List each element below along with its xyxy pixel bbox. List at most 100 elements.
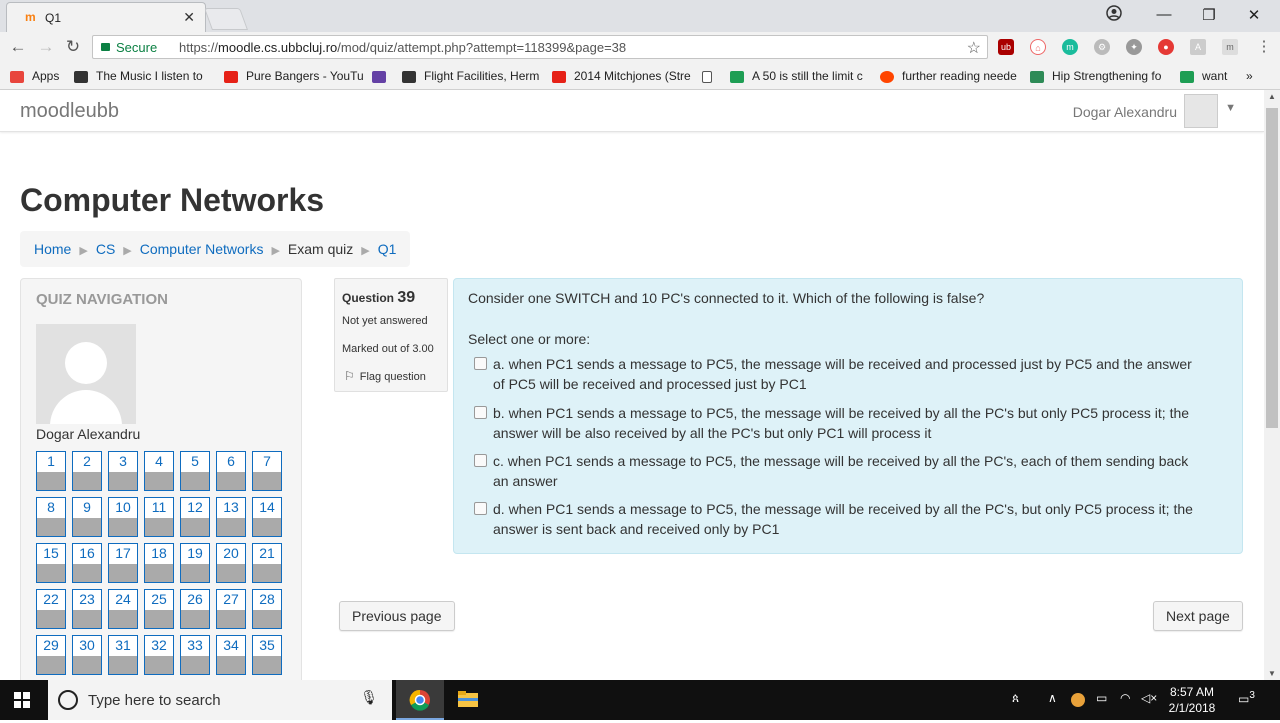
- question-nav-button[interactable]: 27: [216, 589, 246, 629]
- bookmark-music[interactable]: The Music I listen to: [74, 69, 203, 83]
- extension-icon[interactable]: ⌂: [1030, 39, 1046, 55]
- question-nav-button[interactable]: 22: [36, 589, 66, 629]
- user-menu-name[interactable]: Dogar Alexandru: [1073, 104, 1177, 120]
- answer-checkbox[interactable]: [474, 357, 487, 370]
- taskbar-clock[interactable]: 8:57 AM 2/1/2018: [1160, 684, 1224, 716]
- back-icon[interactable]: ←: [8, 37, 28, 57]
- record-extension-icon[interactable]: ●: [1158, 39, 1174, 55]
- question-nav-button[interactable]: 17: [108, 543, 138, 583]
- question-nav-button[interactable]: 1: [36, 451, 66, 491]
- question-nav-button[interactable]: 34: [216, 635, 246, 675]
- question-nav-button[interactable]: 14: [252, 497, 282, 537]
- answer-checkbox[interactable]: [474, 454, 487, 467]
- question-nav-button[interactable]: 15: [36, 543, 66, 583]
- page-scrollbar[interactable]: ▲ ▼: [1264, 90, 1280, 680]
- puzzle-extension-icon[interactable]: ✦: [1126, 39, 1142, 55]
- browser-tab[interactable]: m Q1 ✕: [6, 2, 206, 32]
- breadcrumb-cs[interactable]: CS: [96, 241, 115, 257]
- question-nav-button[interactable]: 18: [144, 543, 174, 583]
- question-nav-button[interactable]: 9: [72, 497, 102, 537]
- action-center-icon[interactable]: ▭3: [1238, 690, 1255, 706]
- cast-extension-icon[interactable]: m: [1222, 39, 1238, 55]
- minimize-icon[interactable]: —: [1154, 6, 1174, 23]
- breadcrumb-home[interactable]: Home: [34, 241, 71, 257]
- question-nav-button[interactable]: 11: [144, 497, 174, 537]
- bookmarks-more[interactable]: »: [1246, 69, 1253, 83]
- windows-start-icon[interactable]: [14, 692, 30, 708]
- url-text[interactable]: https://moodle.cs.ubbcluj.ro/mod/quiz/at…: [179, 40, 626, 55]
- question-nav-button[interactable]: 26: [180, 589, 210, 629]
- bookmark-apps[interactable]: Apps: [10, 69, 59, 83]
- question-nav-button[interactable]: 29: [36, 635, 66, 675]
- answer-text[interactable]: c. when PC1 sends a message to PC5, the …: [493, 451, 1198, 491]
- answer-text[interactable]: a. when PC1 sends a message to PC5, the …: [493, 354, 1198, 394]
- maximize-icon[interactable]: ❐: [1199, 6, 1219, 24]
- bookmark-hip[interactable]: Hip Strengthening fo: [1030, 69, 1161, 83]
- answer-text[interactable]: d. when PC1 sends a message to PC5, the …: [493, 499, 1198, 539]
- new-tab-button[interactable]: [203, 8, 249, 30]
- answer-checkbox[interactable]: [474, 406, 487, 419]
- bookmark-further-reading[interactable]: further reading neede: [880, 69, 1017, 83]
- people-icon[interactable]: ጰ: [1012, 691, 1019, 706]
- scroll-up-icon[interactable]: ▲: [1264, 92, 1280, 101]
- answer-option-b[interactable]: b. when PC1 sends a message to PC5, the …: [474, 403, 1194, 443]
- wifi-icon[interactable]: ◠: [1120, 691, 1130, 705]
- flag-question-button[interactable]: ⚐ Flag question: [344, 369, 426, 383]
- bookmark-page[interactable]: [702, 69, 720, 83]
- show-hidden-icons-icon[interactable]: ∧: [1048, 691, 1057, 705]
- bookmark-twitch[interactable]: [372, 69, 394, 83]
- answer-option-d[interactable]: d. when PC1 sends a message to PC5, the …: [474, 499, 1194, 539]
- microphone-icon[interactable]: 🎙: [360, 689, 378, 706]
- bookmark-want[interactable]: want: [1180, 69, 1227, 83]
- next-page-button[interactable]: Next page: [1153, 601, 1243, 631]
- question-nav-button[interactable]: 16: [72, 543, 102, 583]
- chevron-down-icon[interactable]: ▼: [1225, 102, 1236, 114]
- question-nav-button[interactable]: 35: [252, 635, 282, 675]
- question-nav-button[interactable]: 13: [216, 497, 246, 537]
- question-nav-button[interactable]: 3: [108, 451, 138, 491]
- answer-option-c[interactable]: c. when PC1 sends a message to PC5, the …: [474, 451, 1194, 491]
- taskbar-search[interactable]: Type here to search 🎙: [48, 680, 392, 720]
- question-nav-button[interactable]: 24: [108, 589, 138, 629]
- question-nav-button[interactable]: 2: [72, 451, 102, 491]
- question-nav-button[interactable]: 8: [36, 497, 66, 537]
- question-nav-button[interactable]: 10: [108, 497, 138, 537]
- bookmark-pure-bangers[interactable]: Pure Bangers - YouTu: [224, 69, 364, 83]
- answer-checkbox[interactable]: [474, 502, 487, 515]
- file-explorer-icon[interactable]: [444, 680, 492, 720]
- question-nav-button[interactable]: 4: [144, 451, 174, 491]
- reload-icon[interactable]: ↻: [63, 37, 83, 57]
- question-nav-button[interactable]: 33: [180, 635, 210, 675]
- chrome-menu-icon[interactable]: ⋮: [1254, 37, 1274, 55]
- bookmark-star-icon[interactable]: ☆: [967, 38, 981, 58]
- question-nav-button[interactable]: 30: [72, 635, 102, 675]
- question-nav-button[interactable]: 23: [72, 589, 102, 629]
- settings-extension-icon[interactable]: ⚙: [1094, 39, 1110, 55]
- pdf-extension-icon[interactable]: A: [1190, 39, 1206, 55]
- close-tab-icon[interactable]: ✕: [183, 9, 195, 26]
- question-nav-button[interactable]: 25: [144, 589, 174, 629]
- forward-icon[interactable]: →: [36, 37, 56, 57]
- weather-icon[interactable]: [1071, 693, 1085, 707]
- question-nav-button[interactable]: 32: [144, 635, 174, 675]
- question-nav-button[interactable]: 28: [252, 589, 282, 629]
- user-avatar[interactable]: [1184, 94, 1218, 128]
- secure-indicator[interactable]: Secure: [101, 40, 157, 55]
- question-nav-button[interactable]: 19: [180, 543, 210, 583]
- question-nav-button[interactable]: 6: [216, 451, 246, 491]
- breadcrumb-q1[interactable]: Q1: [378, 241, 397, 257]
- bookmark-flight-facilities[interactable]: Flight Facilities, Herm: [402, 69, 539, 83]
- close-window-icon[interactable]: ✕: [1244, 6, 1264, 24]
- battery-icon[interactable]: ▭: [1096, 691, 1107, 705]
- question-nav-button[interactable]: 21: [252, 543, 282, 583]
- chrome-taskbar-icon[interactable]: [396, 680, 444, 720]
- scroll-down-icon[interactable]: ▼: [1264, 669, 1280, 678]
- site-brand[interactable]: moodleubb: [20, 100, 119, 123]
- breadcrumb-course[interactable]: Computer Networks: [140, 241, 264, 257]
- question-nav-button[interactable]: 31: [108, 635, 138, 675]
- answer-text[interactable]: b. when PC1 sends a message to PC5, the …: [493, 403, 1198, 443]
- bookmark-mitchjones[interactable]: 2014 Mitchjones (Stre: [552, 69, 691, 83]
- question-nav-button[interactable]: 7: [252, 451, 282, 491]
- bookmark-limit[interactable]: A 50 is still the limit c: [730, 69, 863, 83]
- question-nav-button[interactable]: 20: [216, 543, 246, 583]
